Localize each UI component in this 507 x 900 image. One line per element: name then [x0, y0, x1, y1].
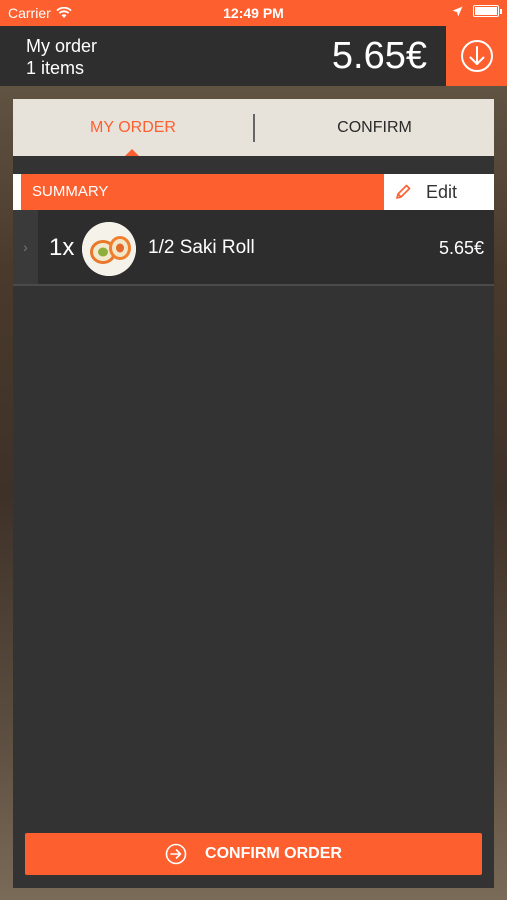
status-bar: Carrier 12:49 PM — [0, 0, 507, 26]
summary-edge — [13, 174, 21, 210]
item-quantity: 1x — [49, 234, 75, 261]
header-items-count: 1 items — [26, 58, 85, 78]
row-chevron-icon[interactable]: › — [13, 210, 38, 284]
summary-bar: SUMMARY Edit — [13, 174, 494, 210]
location-arrow-icon — [452, 6, 463, 16]
battery-icon — [473, 5, 502, 17]
edit-button[interactable]: Edit — [384, 174, 494, 210]
order-item-row[interactable]: › 1x 1/2 Saki Roll 5.65€ — [13, 210, 494, 286]
header-title: My order — [26, 36, 98, 56]
confirm-order-button[interactable]: CONFIRM ORDER — [25, 833, 482, 875]
item-price: 5.65€ — [438, 238, 484, 258]
item-name: 1/2 Saki Roll — [148, 237, 255, 258]
confirm-order-label: CONFIRM ORDER — [205, 845, 342, 862]
header-total: 5.65€ — [331, 35, 427, 77]
order-panel: MY ORDER CONFIRM SUMMARY Edit › 1x 1/2 S… — [13, 99, 494, 888]
tab-my-order[interactable]: MY ORDER — [13, 99, 253, 156]
status-time: 12:49 PM — [223, 5, 284, 21]
status-right-icons — [452, 5, 502, 17]
order-header: My order 1 items 5.65€ — [0, 26, 507, 86]
tab-confirm[interactable]: CONFIRM — [255, 99, 494, 156]
arrow-down-circle-icon — [460, 40, 493, 72]
pencil-icon — [396, 184, 411, 199]
summary-label: SUMMARY — [32, 183, 109, 200]
sushi-roll-image — [82, 222, 136, 276]
arrow-right-circle-icon — [165, 843, 187, 865]
tab-bar: MY ORDER CONFIRM — [13, 99, 494, 156]
active-tab-indicator — [125, 149, 139, 156]
collapse-order-button[interactable] — [446, 26, 507, 86]
edit-label: Edit — [426, 181, 458, 202]
